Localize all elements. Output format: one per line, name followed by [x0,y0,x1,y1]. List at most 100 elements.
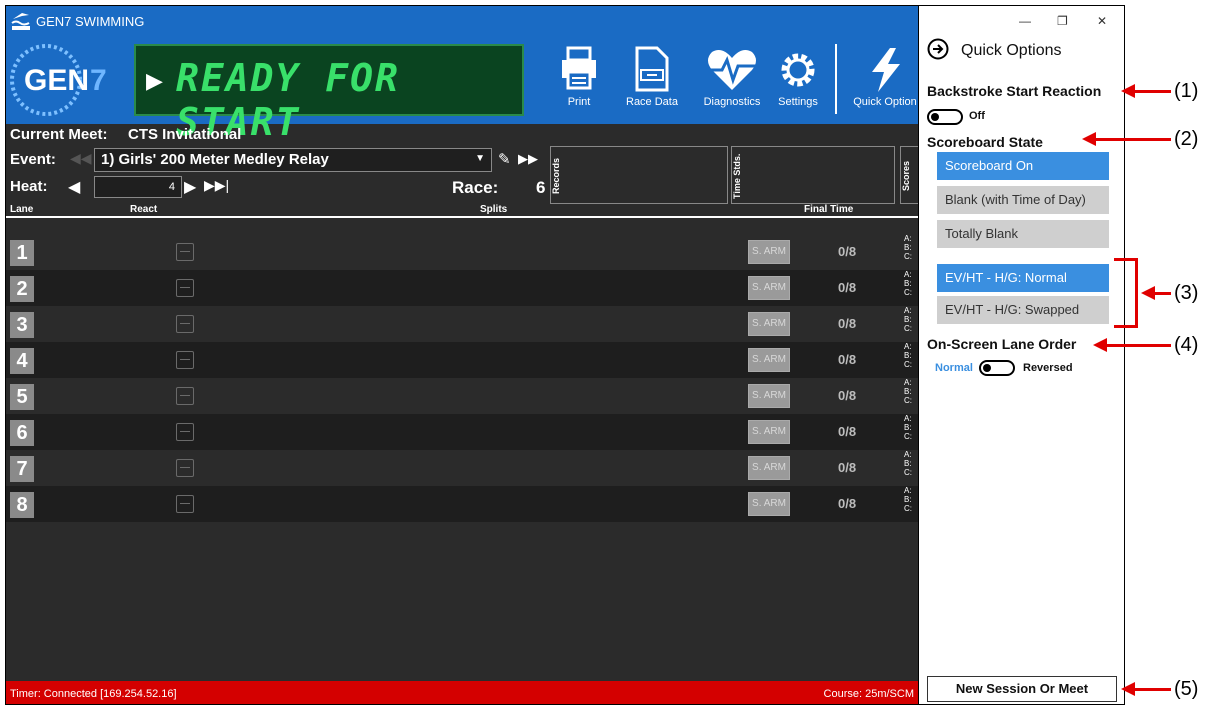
heat-input[interactable]: 4 [94,176,182,198]
main-window: GEN7 SWIMMING GEN 7 ▶ READY FOR START Pr… [5,5,923,705]
course-status: Course: 25m/SCM [823,688,914,700]
next-heat-icon[interactable]: ▶ [184,177,196,197]
react-checkbox[interactable] [176,279,194,297]
toolbar-separator [835,44,837,114]
callout-label-4: (4) [1174,334,1199,356]
lane-number: 1 [10,240,34,266]
minimize-icon[interactable]: — [1019,14,1031,28]
callout-line-5 [1133,688,1171,691]
final-time-header: Final Time [804,204,854,215]
heart-pulse-icon [706,50,758,90]
callout-line-1 [1133,90,1171,93]
lane-number: 6 [10,420,34,446]
evht-swapped-button[interactable]: EV/HT - H/G: Swapped [937,296,1109,324]
next-event-icon[interactable]: ▶▶ [518,151,538,167]
start-arm-button[interactable]: S. ARM [748,384,790,408]
gen7-logo-icon: GEN 7 [10,44,107,116]
start-arm-button[interactable]: S. ARM [748,492,790,516]
split-count: 0/8 [838,316,857,331]
title-bar: GEN7 SWIMMING [6,6,922,36]
column-headers: Lane React Splits Final Time [6,204,922,218]
close-icon[interactable]: ✕ [1097,14,1107,28]
edit-icon[interactable]: ✎ [498,150,511,168]
previous-heat-icon[interactable]: ◀ [68,177,80,197]
svg-text:7: 7 [90,64,107,97]
backstroke-title: Backstroke Start Reaction [927,83,1102,99]
scoreboard-on-button[interactable]: Scoreboard On [937,152,1109,180]
callout-line-2 [1094,138,1171,141]
gen7-small-logo-icon [11,13,30,30]
start-arm-button[interactable]: S. ARM [748,276,790,300]
react-header: React [130,204,158,215]
start-arm-button[interactable]: S. ARM [748,348,790,372]
race-data-button[interactable]: Race Data [623,44,681,116]
react-checkbox[interactable] [176,459,194,477]
start-arm-button[interactable]: S. ARM [748,420,790,444]
print-button[interactable]: Print [558,44,600,116]
split-count: 0/8 [838,352,857,367]
lane-row: 2 S. ARM 0/8 A: B: C: [6,270,922,306]
arrow-right-circle-icon[interactable] [927,38,949,60]
last-heat-icon[interactable]: ▶▶| [204,177,229,194]
callout-line-4 [1105,344,1171,347]
heat-label: Heat: [10,178,48,195]
start-arm-button[interactable]: S. ARM [748,312,790,336]
meet-name: CTS Invitational [128,126,242,143]
event-dropdown[interactable]: 1) Girls' 200 Meter Medley Relay ▼ [94,148,492,172]
splits-header: Splits [480,204,508,215]
react-checkbox[interactable] [176,423,194,441]
react-checkbox[interactable] [176,495,194,513]
bracket-right [1135,258,1138,328]
evht-normal-button[interactable]: EV/HT - H/G: Normal [937,264,1109,292]
app-title: GEN7 SWIMMING [36,14,145,29]
restore-icon[interactable]: ❐ [1057,14,1068,28]
records-box: Records [550,146,728,204]
lane-order-toggle[interactable] [979,360,1015,376]
lane-number: 5 [10,384,34,410]
lightning-icon [872,48,900,92]
svg-text:GEN: GEN [24,64,89,97]
race-value: 6 [536,178,546,197]
abc-labels: A: B: C: [904,306,912,333]
react-checkbox[interactable] [176,243,194,261]
split-count: 0/8 [838,424,857,439]
abc-labels: A: B: C: [904,234,912,261]
lane-row: 4 S. ARM 0/8 A: B: C: [6,342,922,378]
lane-number: 7 [10,456,34,482]
gear-icon [781,53,815,87]
abc-labels: A: B: C: [904,414,912,441]
lane-order-normal-label: Normal [935,362,973,374]
quick-options-title: Quick Options [961,42,1062,59]
start-arm-button[interactable]: S. ARM [748,456,790,480]
backstroke-toggle[interactable] [927,109,963,125]
settings-button[interactable]: Settings [772,44,824,116]
lanes-table: 1 S. ARM 0/8 A: B: C: 2 S. ARM 0/8 A: B: C: … [6,234,922,522]
callout-label-2: (2) [1174,128,1199,150]
diagnostics-button[interactable]: Diagnostics [700,44,764,116]
abc-labels: A: B: C: [904,378,912,405]
toolbar: GEN 7 ▶ READY FOR START Print Race Data … [6,36,922,144]
split-count: 0/8 [838,280,857,295]
callout-label-1: (1) [1174,80,1199,102]
split-count: 0/8 [838,496,857,511]
start-arm-button[interactable]: S. ARM [748,240,790,264]
blank-with-time-button[interactable]: Blank (with Time of Day) [937,186,1109,214]
react-checkbox[interactable] [176,387,194,405]
react-checkbox[interactable] [176,315,194,333]
lane-header: Lane [10,204,34,215]
time-standards-box: Time Stds. [731,146,895,204]
previous-event-icon[interactable]: ◀◀ [70,150,92,167]
event-label: Event: [10,151,56,168]
backstroke-state: Off [969,110,985,122]
new-session-button[interactable]: New Session Or Meet [927,676,1117,702]
abc-labels: A: B: C: [904,270,912,297]
lane-order-title: On-Screen Lane Order [927,336,1077,352]
split-count: 0/8 [838,244,857,259]
lane-number: 3 [10,312,34,338]
printer-icon [562,46,596,90]
react-checkbox[interactable] [176,351,194,369]
quick-options-button[interactable]: Quick Option [846,44,922,116]
meet-label: Current Meet: [10,126,108,143]
totally-blank-button[interactable]: Totally Blank [937,220,1109,248]
lane-row: 8 S. ARM 0/8 A: B: C: [6,486,922,522]
